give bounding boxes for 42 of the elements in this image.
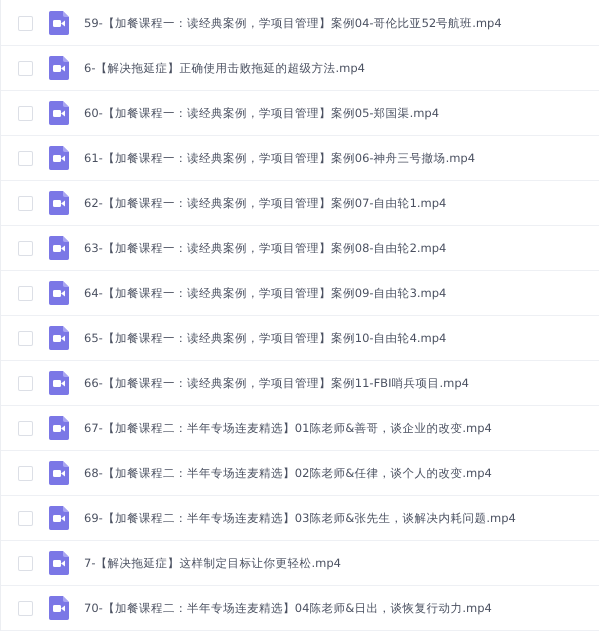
- video-file-icon: [49, 56, 69, 80]
- checkbox[interactable]: [18, 330, 33, 346]
- video-file-icon: [49, 416, 69, 440]
- checkbox[interactable]: [18, 600, 33, 616]
- checkbox[interactable]: [18, 510, 33, 526]
- video-file-icon: [49, 551, 69, 575]
- video-file-icon: [49, 506, 69, 530]
- file-name[interactable]: 7-【解决拖延症】这样制定目标让你更轻松.mp4: [84, 556, 341, 570]
- video-file-icon: [49, 146, 69, 170]
- file-name[interactable]: 62-【加餐课程一：读经典案例，学项目管理】案例07-自由轮1.mp4: [84, 196, 446, 210]
- file-name[interactable]: 69-【加餐课程二：半年专场连麦精选】03陈老师&张先生，谈解决内耗问题.mp4: [84, 510, 516, 526]
- video-file-icon: [49, 101, 69, 125]
- file-name[interactable]: 59-【加餐课程一：读经典案例，学项目管理】案例04-哥伦比亚52号航班.mp4: [84, 16, 502, 30]
- video-file-icon: [49, 191, 69, 215]
- file-name[interactable]: 60-【加餐课程一：读经典案例，学项目管理】案例05-郑国渠.mp4: [84, 106, 440, 120]
- file-name[interactable]: 64-【加餐课程一：读经典案例，学项目管理】案例09-自由轮3.mp4: [84, 286, 446, 300]
- video-file-icon: [49, 11, 69, 35]
- checkbox[interactable]: [18, 60, 33, 76]
- file-name[interactable]: 6-【解决拖延症】正确使用击败拖延的超级方法.mp4: [84, 60, 365, 76]
- checkbox[interactable]: [18, 376, 33, 390]
- file-name[interactable]: 67-【加餐课程二：半年专场连麦精选】01陈老师&善哥，谈企业的改变.mp4: [84, 420, 492, 436]
- video-file-icon: [49, 371, 69, 395]
- checkbox[interactable]: [18, 420, 33, 436]
- checkbox[interactable]: [18, 286, 33, 300]
- checkbox[interactable]: [18, 106, 33, 120]
- checkbox[interactable]: [18, 240, 33, 256]
- video-file-icon: [49, 236, 69, 260]
- file-name[interactable]: 70-【加餐课程二：半年专场连麦精选】04陈老师&日出，谈恢复行动力.mp4: [84, 600, 492, 616]
- file-name[interactable]: 61-【加餐课程一：读经典案例，学项目管理】案例06-神舟三号撤场.mp4: [84, 150, 476, 166]
- video-file-icon: [49, 326, 69, 350]
- file-name[interactable]: 65-【加餐课程一：读经典案例，学项目管理】案例10-自由轮4.mp4: [84, 330, 446, 346]
- file-name[interactable]: 66-【加餐课程一：读经典案例，学项目管理】案例11-FBI哨兵项目.mp4: [84, 376, 469, 390]
- checkbox[interactable]: [18, 556, 33, 570]
- checkbox[interactable]: [18, 150, 33, 166]
- file-name[interactable]: 63-【加餐课程一：读经典案例，学项目管理】案例08-自由轮2.mp4: [84, 240, 446, 256]
- checkbox[interactable]: [18, 16, 33, 30]
- video-file-icon: [49, 596, 69, 620]
- file-name[interactable]: 68-【加餐课程二：半年专场连麦精选】02陈老师&任律，谈个人的改变.mp4: [84, 466, 492, 480]
- checkbox[interactable]: [18, 196, 33, 210]
- video-file-icon: [49, 461, 69, 485]
- checkbox[interactable]: [18, 466, 33, 480]
- video-file-icon: [49, 281, 69, 305]
